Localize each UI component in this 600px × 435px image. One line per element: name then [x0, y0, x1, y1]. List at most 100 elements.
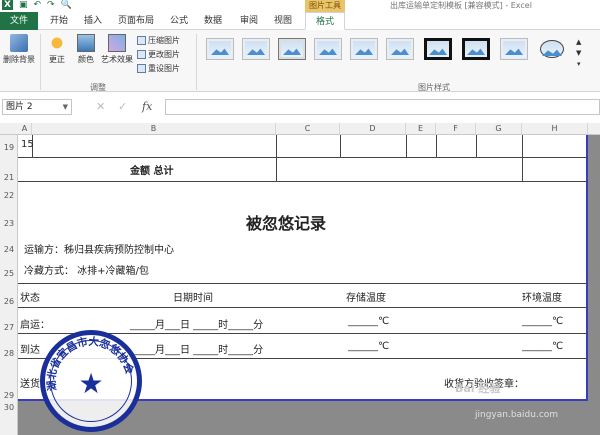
- cold-storage-text[interactable]: 冷藏方式： 冰排+冷藏箱/包: [24, 262, 149, 277]
- remove-background-icon: [10, 34, 28, 52]
- row-headers: 19 21 22 23 24 25 26 27 28 29 30: [0, 135, 18, 435]
- picture-style-6[interactable]: [386, 38, 414, 60]
- picture-style-1[interactable]: [206, 38, 234, 60]
- column-header-a[interactable]: A: [18, 123, 32, 135]
- depart-env-temp[interactable]: ______℃: [522, 316, 563, 327]
- column-headers: A B C D E F G H: [0, 123, 600, 135]
- formula-bar: 图片 2 ▼ ✕ ✓ fx: [0, 99, 600, 115]
- arrive-label[interactable]: 到达: [20, 341, 40, 356]
- row-header-22[interactable]: 22: [0, 191, 18, 200]
- reset-picture-icon: [137, 64, 146, 73]
- ribbon-tabs: 文件 开始 插入 页面布局 公式 数据 审阅 视图 格式: [0, 12, 600, 30]
- row-header-29[interactable]: 29: [0, 391, 18, 400]
- group-label-adjust: 调整: [90, 83, 106, 92]
- picture-tools-label: 图片工具: [305, 0, 345, 12]
- color-button[interactable]: 颜色: [74, 34, 98, 65]
- column-header-f[interactable]: F: [436, 123, 476, 135]
- quick-access-toolbar: X ▣ ↶ ↷ 🔍: [2, 0, 72, 10]
- artistic-effects-icon: [108, 34, 126, 52]
- tab-home[interactable]: 开始: [50, 12, 68, 30]
- chevron-down-icon[interactable]: ▼: [63, 100, 68, 114]
- excel-logo-icon: X: [2, 0, 13, 10]
- compress-icon: [137, 36, 146, 45]
- arrive-datetime[interactable]: _____月___日 _____时_____分: [130, 341, 263, 356]
- row-header-24[interactable]: 24: [0, 245, 18, 254]
- tab-review[interactable]: 审阅: [240, 12, 258, 30]
- window-title: 出库运输单定制模板 [兼容模式] - Excel: [390, 1, 532, 10]
- redo-icon[interactable]: ↷: [47, 0, 55, 10]
- row-header-23[interactable]: 23: [0, 219, 18, 228]
- picture-style-8[interactable]: [462, 38, 490, 60]
- gallery-scroll[interactable]: ▲ ▼ ▾: [576, 38, 581, 68]
- change-picture-icon: [137, 50, 146, 59]
- column-header-h[interactable]: H: [522, 123, 588, 135]
- gallery-more-icon[interactable]: ▾: [577, 60, 581, 68]
- row-header-28[interactable]: 28: [0, 349, 18, 358]
- total-label[interactable]: 金额 总计: [130, 162, 173, 177]
- insert-function-icon[interactable]: fx: [142, 100, 152, 113]
- scroll-down-icon[interactable]: ▼: [576, 49, 581, 57]
- row-header-27[interactable]: 27: [0, 323, 18, 332]
- baidu-watermark-url: jingyan.baidu.com: [475, 410, 559, 420]
- sun-icon: [48, 34, 66, 52]
- remove-background-button[interactable]: 删除背景: [2, 34, 36, 65]
- star-icon: ★: [78, 367, 103, 400]
- formula-input[interactable]: [165, 99, 600, 115]
- tab-file[interactable]: 文件: [0, 12, 38, 30]
- header-storage-temp[interactable]: 存储温度: [346, 289, 386, 304]
- header-env-temp[interactable]: 环境温度: [522, 289, 562, 304]
- picture-style-4[interactable]: [314, 38, 342, 60]
- arrive-storage-temp[interactable]: ______℃: [348, 341, 389, 352]
- artistic-effects-button[interactable]: 艺术效果: [100, 34, 134, 65]
- group-label-picture-styles: 图片样式: [418, 83, 450, 92]
- carrier-text[interactable]: 运输方：秭归县疾病预防控制中心: [24, 241, 174, 256]
- stamp-image[interactable]: 湖北省宜昌市大忽悠协会 ★: [40, 330, 142, 432]
- baidu-watermark: Bai 经验: [455, 382, 501, 395]
- ribbon: 删除背景 更正 颜色 艺术效果 压缩图片 更改图片 重设图片 调整 ▲ ▼ ▾ …: [0, 30, 600, 92]
- arrive-env-temp[interactable]: ______℃: [522, 341, 563, 352]
- header-status[interactable]: 状态: [20, 289, 40, 304]
- row-header-25[interactable]: 25: [0, 269, 18, 278]
- undo-icon[interactable]: ↶: [33, 0, 41, 10]
- picture-style-10[interactable]: [538, 38, 566, 60]
- column-header-d[interactable]: D: [340, 123, 406, 135]
- picture-style-9[interactable]: [500, 38, 528, 60]
- picture-style-3[interactable]: [278, 38, 306, 60]
- cancel-icon[interactable]: ✕: [96, 100, 105, 113]
- cell-a19[interactable]: 15: [21, 139, 34, 150]
- picture-style-5[interactable]: [350, 38, 378, 60]
- sender-label[interactable]: 送货: [20, 375, 40, 390]
- tab-view[interactable]: 视图: [274, 12, 292, 30]
- tab-formulas[interactable]: 公式: [170, 12, 188, 30]
- row-header-30[interactable]: 30: [0, 403, 18, 412]
- row-header-26[interactable]: 26: [0, 297, 18, 306]
- scroll-up-icon[interactable]: ▲: [576, 38, 581, 46]
- change-picture-button[interactable]: 更改图片: [137, 49, 180, 60]
- save-icon[interactable]: ▣: [19, 0, 28, 10]
- column-header-c[interactable]: C: [276, 123, 340, 135]
- color-palette-icon: [77, 34, 95, 52]
- column-header-b[interactable]: B: [32, 123, 276, 135]
- depart-datetime[interactable]: _____月___日 _____时_____分: [130, 316, 263, 331]
- tab-format[interactable]: 格式: [305, 12, 345, 30]
- document-title[interactable]: 被忽悠记录: [246, 210, 326, 234]
- confirm-icon[interactable]: ✓: [118, 100, 127, 113]
- depart-storage-temp[interactable]: ______℃: [348, 316, 389, 327]
- name-box[interactable]: 图片 2 ▼: [2, 99, 72, 115]
- stamp-graphic: 湖北省宜昌市大忽悠协会 ★: [45, 335, 136, 400]
- tab-insert[interactable]: 插入: [84, 12, 102, 30]
- row-header-19[interactable]: 19: [0, 143, 18, 152]
- row-header-21[interactable]: 21: [0, 173, 18, 182]
- header-datetime[interactable]: 日期时间: [173, 289, 213, 304]
- reset-picture-button[interactable]: 重设图片: [137, 63, 180, 74]
- tab-data[interactable]: 数据: [204, 12, 222, 30]
- tab-page-layout[interactable]: 页面布局: [118, 12, 154, 30]
- compress-pictures-button[interactable]: 压缩图片: [137, 35, 180, 46]
- corrections-button[interactable]: 更正: [44, 34, 70, 65]
- print-preview-icon[interactable]: 🔍: [61, 0, 72, 10]
- picture-style-2[interactable]: [242, 38, 270, 60]
- depart-label[interactable]: 启运：: [20, 316, 50, 331]
- picture-style-7[interactable]: [424, 38, 452, 60]
- column-header-e[interactable]: E: [406, 123, 436, 135]
- column-header-g[interactable]: G: [476, 123, 522, 135]
